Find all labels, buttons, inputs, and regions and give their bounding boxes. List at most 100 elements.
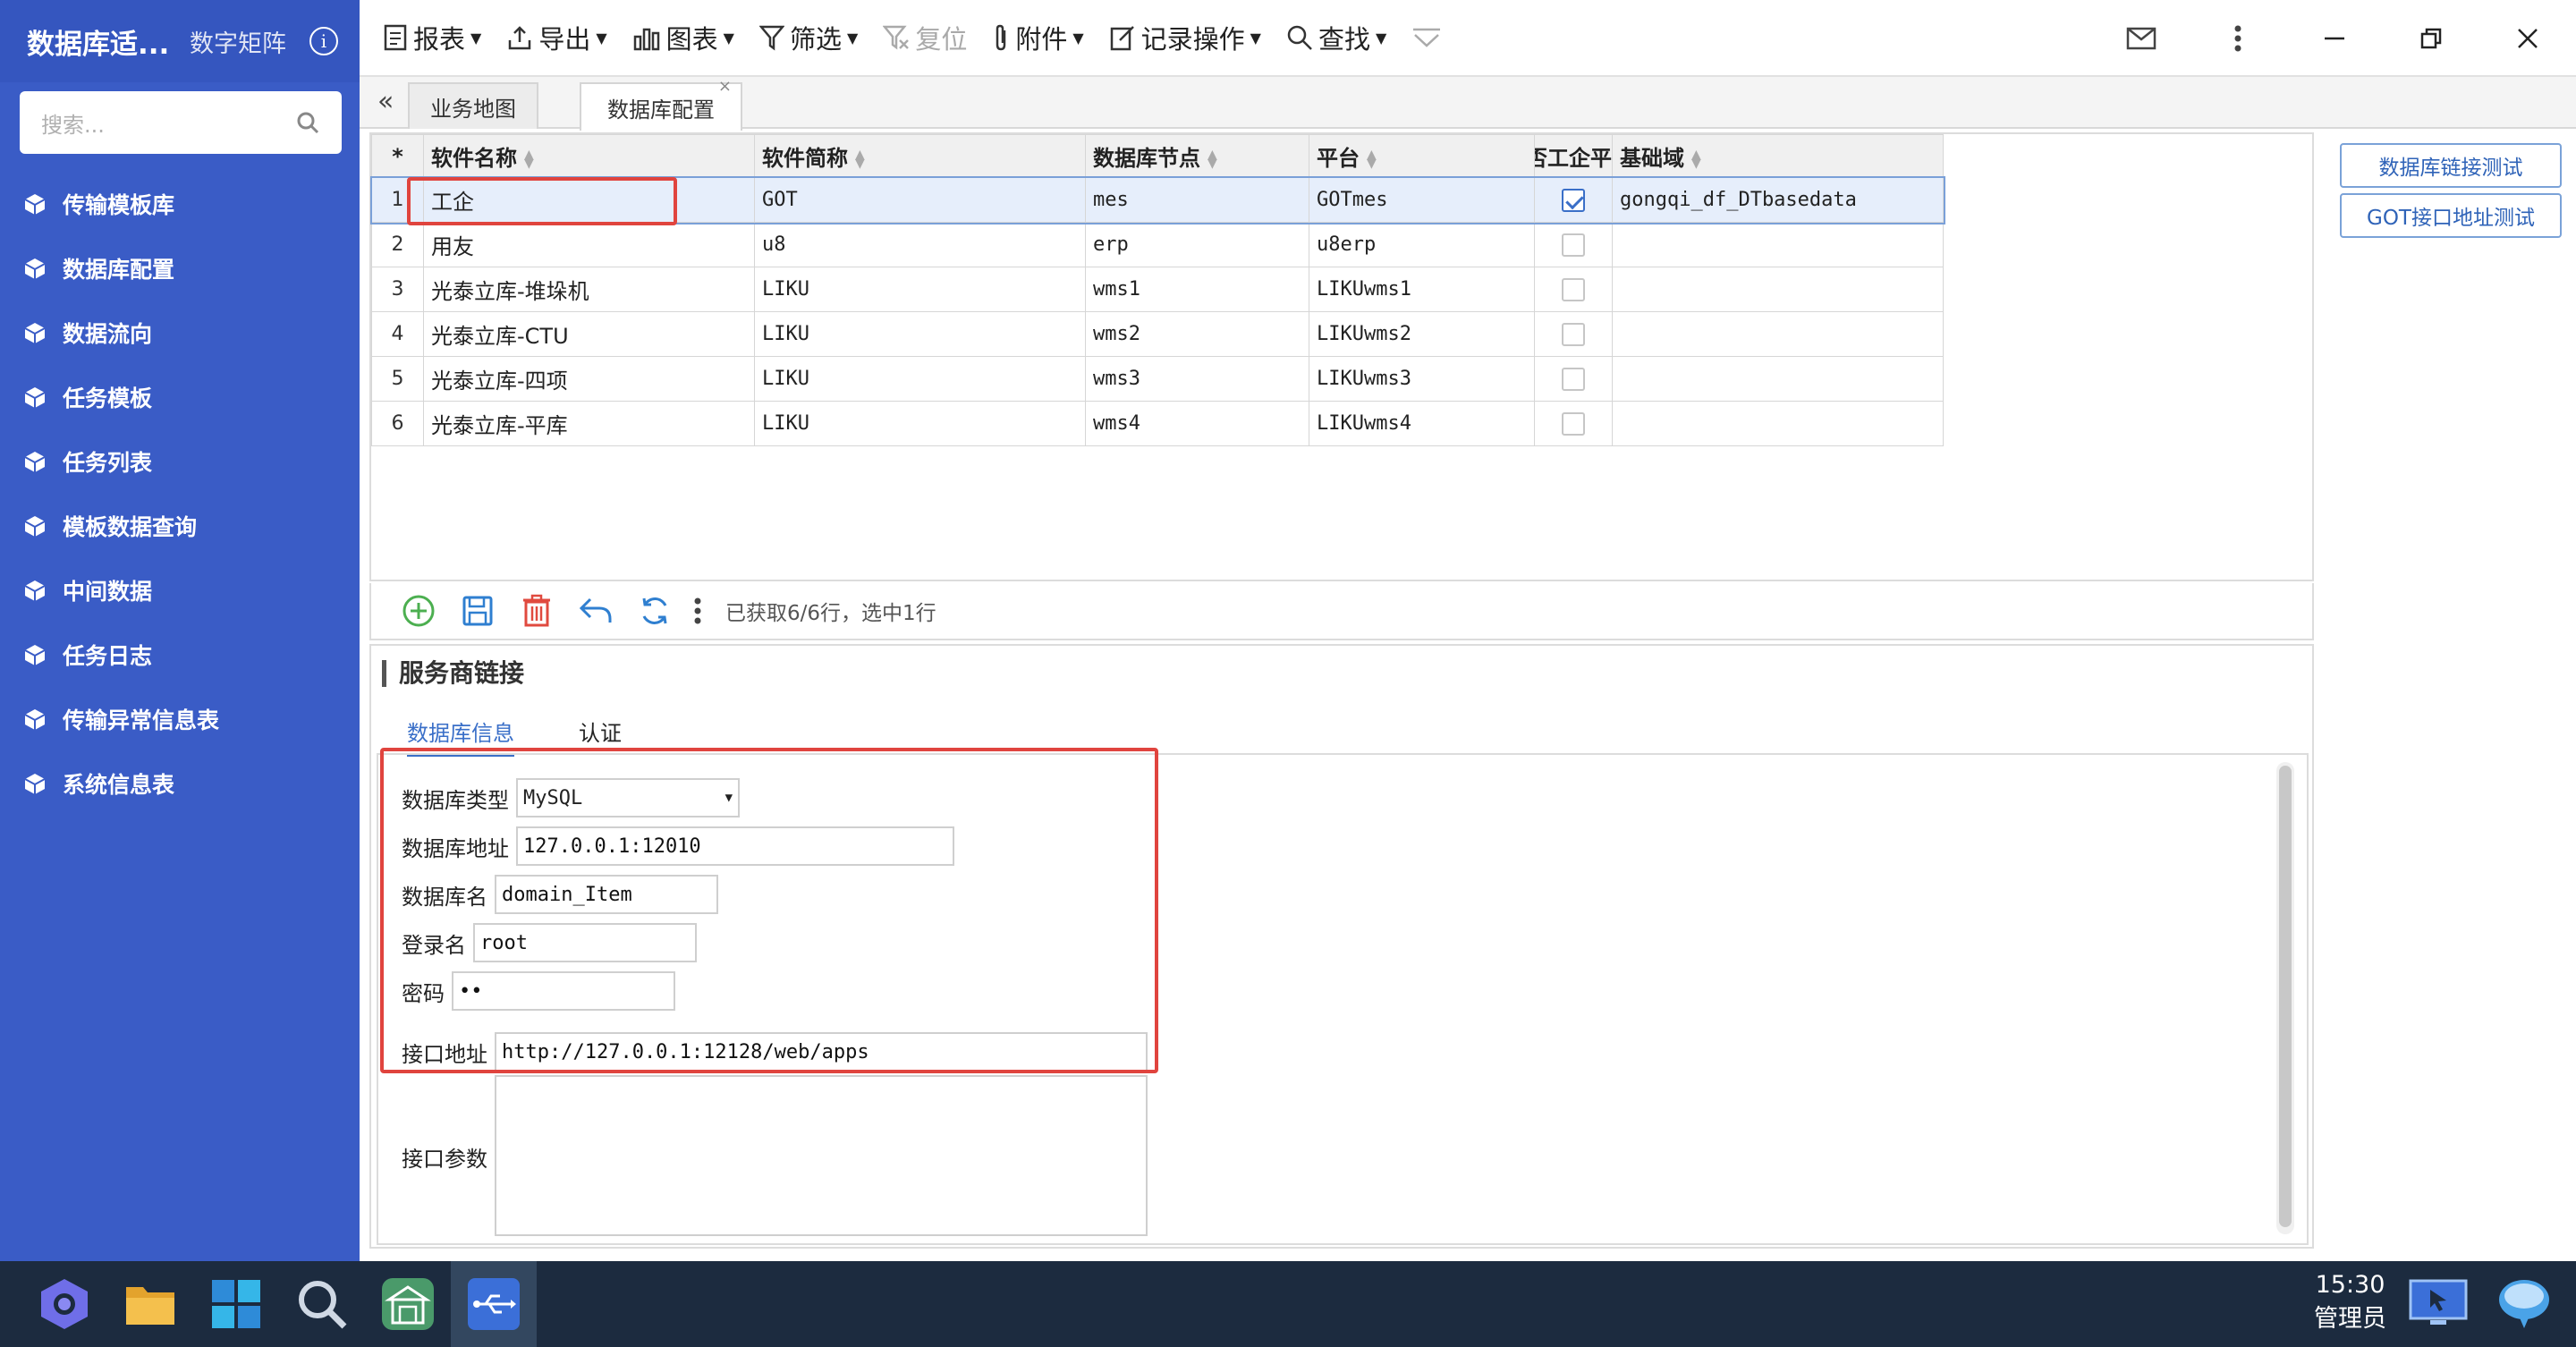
cell-short-name[interactable]: LIKU xyxy=(754,401,1086,446)
sidebar-search-input[interactable]: 搜索... xyxy=(20,91,342,154)
more-menu-button[interactable] xyxy=(2190,0,2286,77)
collapse-sidebar-icon[interactable]: « xyxy=(377,86,394,117)
sort-icon[interactable]: ▲ ▼ xyxy=(1208,148,1217,170)
cell-software-name[interactable]: 工企 xyxy=(423,177,755,223)
app-launcher-button[interactable] xyxy=(193,1261,279,1347)
table-row[interactable]: 1 工企 GOT mes GOTmes gongqi_df_DTbasedata xyxy=(369,175,1945,224)
cell-base-domain[interactable] xyxy=(1612,356,1944,402)
checkbox[interactable] xyxy=(1562,277,1585,301)
chat-button[interactable] xyxy=(2481,1261,2567,1347)
sort-icon[interactable]: ▲ ▼ xyxy=(1367,148,1377,170)
db-connection-test-button[interactable]: 数据库链接测试 xyxy=(2340,143,2562,188)
sidebar-item-template-query[interactable]: 模板数据查询 xyxy=(0,494,360,558)
column-header-is-got[interactable]: 否工企平 xyxy=(1534,134,1613,178)
chart-button[interactable]: 图表 ▼ xyxy=(620,11,747,64)
report-button[interactable]: 报表 ▼ xyxy=(370,11,494,64)
info-icon[interactable]: i xyxy=(309,27,338,55)
cell-short-name[interactable]: LIKU xyxy=(754,311,1086,357)
sort-icon[interactable]: ▲ ▼ xyxy=(524,148,534,170)
login-input[interactable]: root xyxy=(473,923,697,962)
delete-button[interactable] xyxy=(507,584,566,638)
cell-db-node[interactable]: wms4 xyxy=(1085,401,1309,446)
cell-short-name[interactable]: LIKU xyxy=(754,267,1086,312)
warehouse-app-button[interactable] xyxy=(365,1261,451,1347)
sidebar-item-task-log[interactable]: 任务日志 xyxy=(0,623,360,687)
cell-base-domain[interactable] xyxy=(1612,222,1944,267)
cell-platform[interactable]: LIKUwms1 xyxy=(1309,267,1535,312)
column-header-db-node[interactable]: 数据库节点 ▲ ▼ xyxy=(1085,134,1309,178)
show-desktop-button[interactable] xyxy=(2395,1261,2481,1347)
mail-button[interactable] xyxy=(2093,0,2190,77)
cell-platform[interactable]: LIKUwms4 xyxy=(1309,401,1535,446)
cell-software-name[interactable]: 光泰立库-CTU xyxy=(423,311,755,357)
table-row[interactable]: 4 光泰立库-CTU LIKU wms2 LIKUwms2 xyxy=(371,311,1944,357)
start-button[interactable] xyxy=(21,1261,107,1347)
restore-button[interactable] xyxy=(2383,0,2479,77)
sidebar-item-transfer-errors[interactable]: 传输异常信息表 xyxy=(0,687,360,751)
cell-short-name[interactable]: GOT xyxy=(754,177,1086,223)
save-button[interactable] xyxy=(448,584,507,638)
record-ops-button[interactable]: 记录操作 ▼ xyxy=(1097,11,1274,64)
form-scrollbar[interactable] xyxy=(2276,762,2294,1234)
cell-platform[interactable]: LIKUwms3 xyxy=(1309,356,1535,402)
scrollbar-thumb[interactable] xyxy=(2279,766,2292,1227)
column-header-software-name[interactable]: 软件名称 ▲ ▼ xyxy=(423,134,755,178)
tab-business-map[interactable]: 业务地图 xyxy=(408,82,538,129)
sidebar-item-intermediate-data[interactable]: 中间数据 xyxy=(0,558,360,623)
cell-short-name[interactable]: LIKU xyxy=(754,356,1086,402)
table-row[interactable]: 5 光泰立库-四项 LIKU wms3 LIKUwms3 xyxy=(371,356,1944,402)
table-row[interactable]: 2 用友 u8 erp u8erp xyxy=(371,222,1944,267)
cell-db-node[interactable]: erp xyxy=(1085,222,1309,267)
tab-db-info[interactable]: 数据库信息 xyxy=(407,716,514,757)
checkbox[interactable] xyxy=(1562,367,1585,391)
cell-db-node[interactable]: wms1 xyxy=(1085,267,1309,312)
sidebar-item-task-list[interactable]: 任务列表 xyxy=(0,429,360,494)
minimize-button[interactable] xyxy=(2286,0,2383,77)
reset-filter-button[interactable]: 复位 xyxy=(870,11,979,64)
column-header-base-domain[interactable]: 基础域 ▲ ▼ xyxy=(1612,134,1944,178)
system-clock[interactable]: 15:30 管理员 xyxy=(2314,1268,2386,1336)
checkbox[interactable] xyxy=(1562,411,1585,436)
table-row[interactable]: 3 光泰立库-堆垛机 LIKU wms1 LIKUwms1 xyxy=(371,267,1944,312)
table-row[interactable]: 6 光泰立库-平库 LIKU wms4 LIKUwms4 xyxy=(371,401,1944,446)
cell-software-name[interactable]: 光泰立库-平库 xyxy=(423,401,755,446)
sidebar-item-system-info[interactable]: 系统信息表 xyxy=(0,751,360,816)
find-button[interactable]: 查找 ▼ xyxy=(1274,11,1399,64)
column-header-platform[interactable]: 平台 ▲ ▼ xyxy=(1309,134,1535,178)
cell-db-node[interactable]: wms3 xyxy=(1085,356,1309,402)
cell-software-name[interactable]: 光泰立库-四项 xyxy=(423,356,755,402)
search-button[interactable] xyxy=(279,1261,365,1347)
cell-platform[interactable]: u8erp xyxy=(1309,222,1535,267)
db-addr-input[interactable]: 127.0.0.1:12010 xyxy=(516,826,954,866)
add-button[interactable] xyxy=(389,584,448,638)
cell-platform[interactable]: GOTmes xyxy=(1309,177,1535,223)
cell-base-domain[interactable] xyxy=(1612,401,1944,446)
cell-base-domain[interactable]: gongqi_df_DTbasedata xyxy=(1612,177,1944,223)
column-header-short-name[interactable]: 软件简称 ▲ ▼ xyxy=(754,134,1086,178)
sidebar-item-transfer-templates[interactable]: 传输模板库 xyxy=(0,172,360,236)
got-api-test-button[interactable]: GOT接口地址测试 xyxy=(2340,193,2562,238)
tab-auth[interactable]: 认证 xyxy=(579,716,622,754)
checkbox[interactable] xyxy=(1562,233,1585,257)
cell-base-domain[interactable] xyxy=(1612,311,1944,357)
sort-icon[interactable]: ▲ ▼ xyxy=(855,148,865,170)
password-input[interactable]: •• xyxy=(452,971,675,1011)
api-params-textarea[interactable] xyxy=(495,1075,1148,1236)
cell-db-node[interactable]: mes xyxy=(1085,177,1309,223)
cell-base-domain[interactable] xyxy=(1612,267,1944,312)
sidebar-item-data-flow[interactable]: 数据流向 xyxy=(0,301,360,365)
sidebar-item-db-config[interactable]: 数据库配置 xyxy=(0,236,360,301)
search-icon[interactable] xyxy=(295,110,320,135)
db-adapter-app-button[interactable] xyxy=(451,1261,537,1347)
cell-software-name[interactable]: 用友 xyxy=(423,222,755,267)
db-name-input[interactable]: domain_Item xyxy=(495,875,718,914)
attachment-button[interactable]: 附件 ▼ xyxy=(979,11,1096,64)
checkbox[interactable] xyxy=(1562,322,1585,346)
refresh-button[interactable] xyxy=(625,584,684,638)
cell-short-name[interactable]: u8 xyxy=(754,222,1086,267)
export-button[interactable]: 导出 ▼ xyxy=(494,11,619,64)
more-actions-button[interactable] xyxy=(684,584,711,638)
cell-software-name[interactable]: 光泰立库-堆垛机 xyxy=(423,267,755,312)
file-manager-button[interactable] xyxy=(107,1261,193,1347)
close-button[interactable] xyxy=(2479,0,2576,77)
